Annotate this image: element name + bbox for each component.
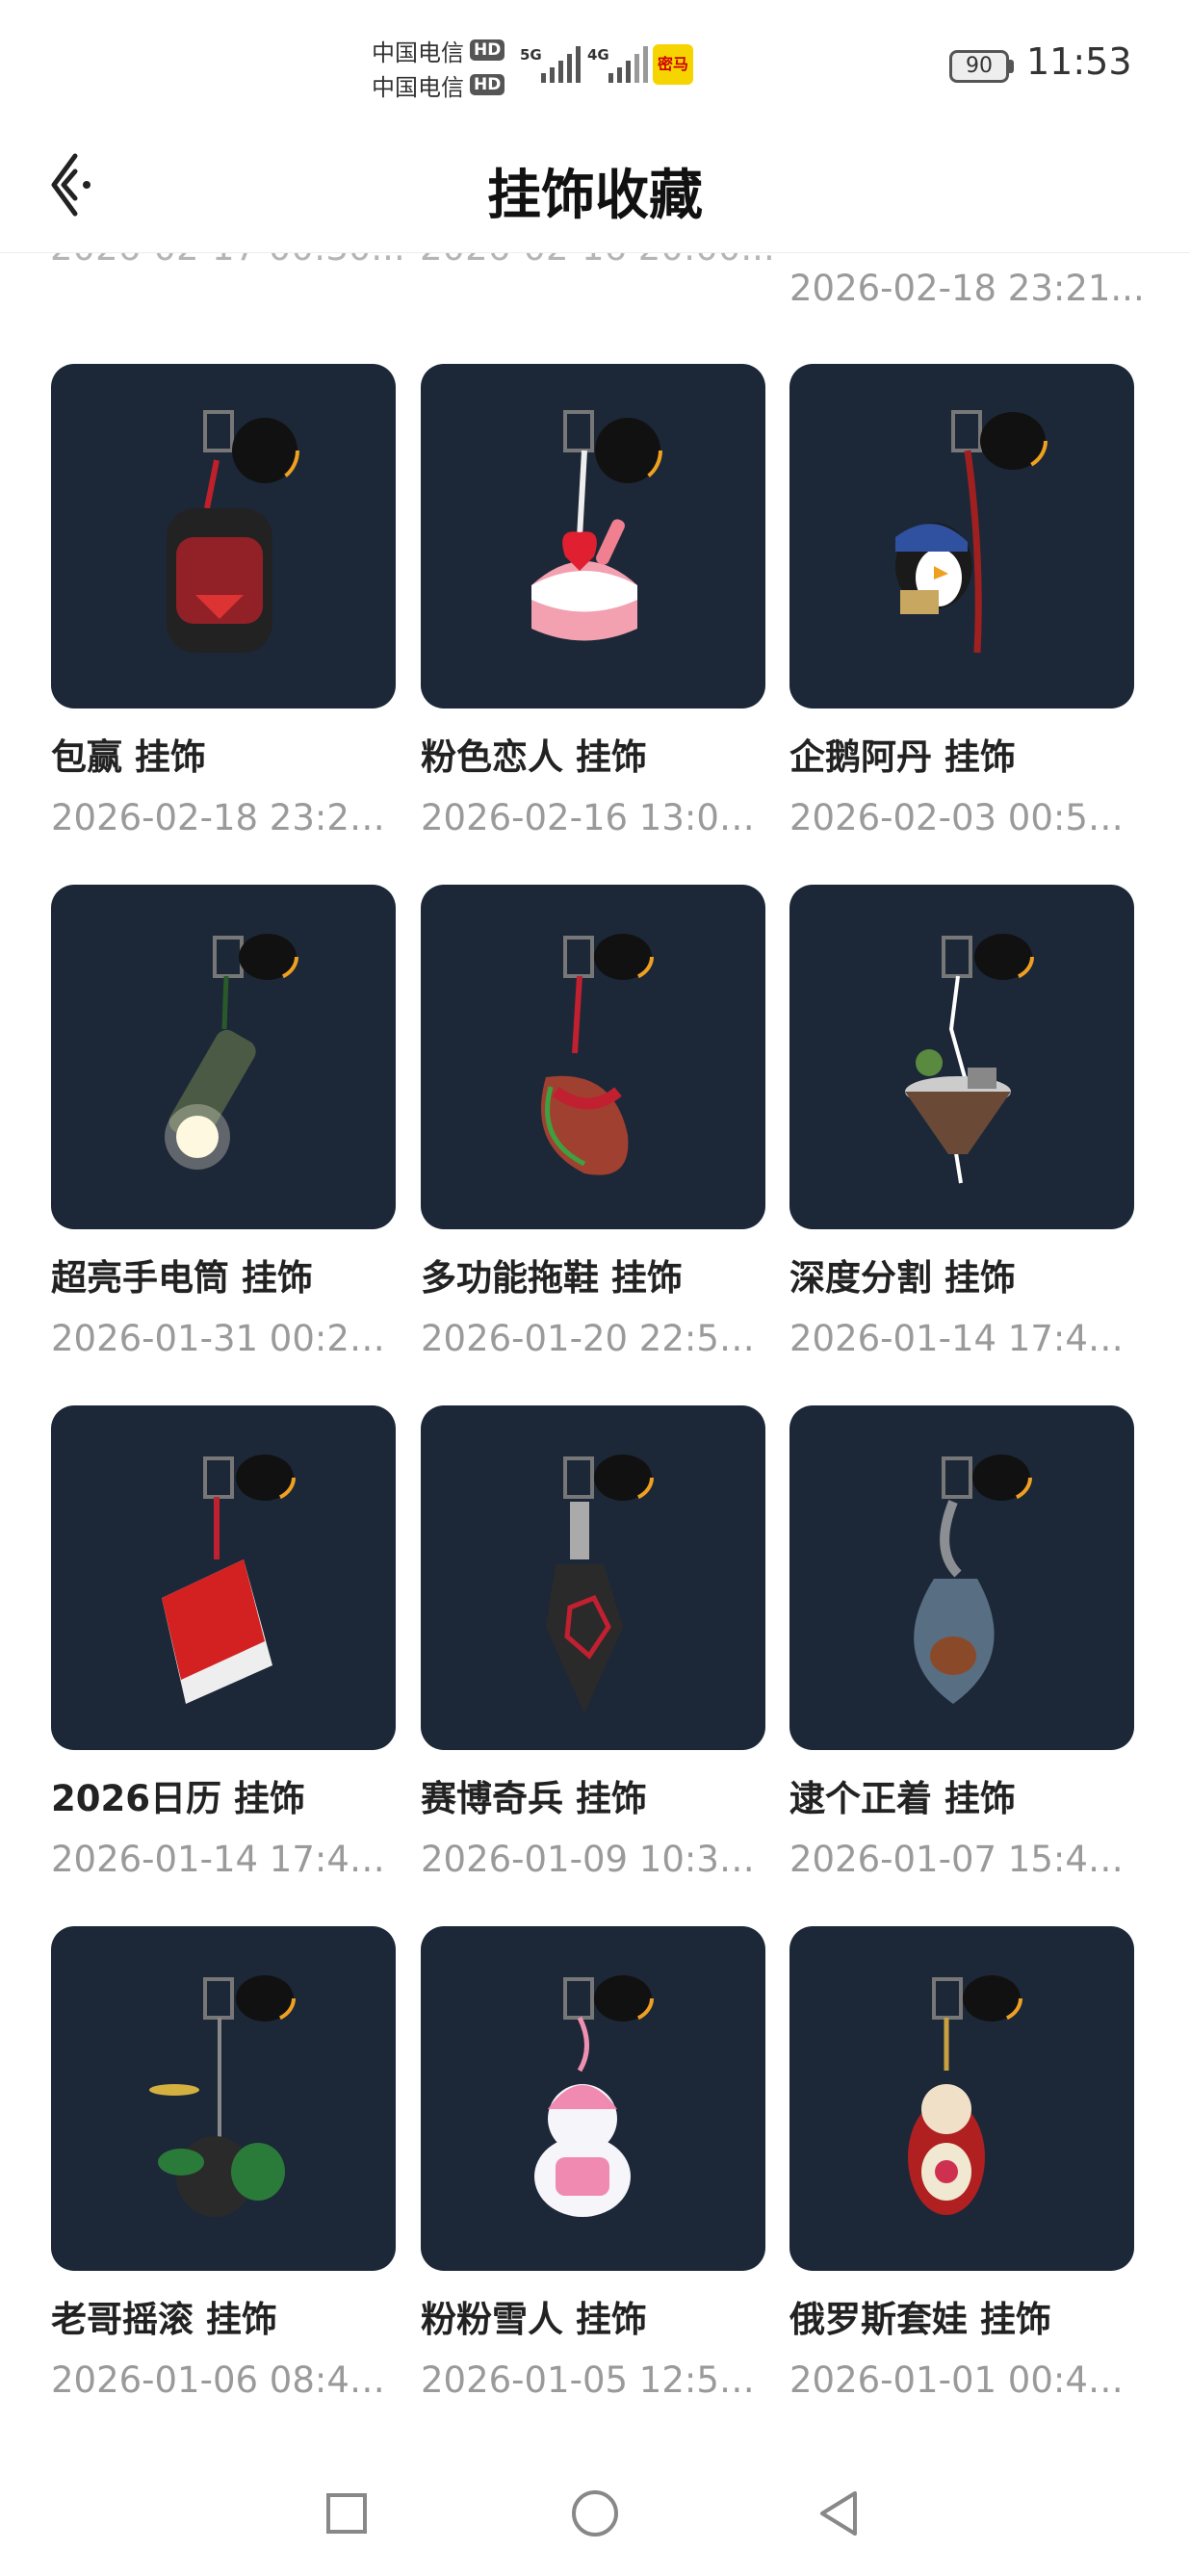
cyber-soldier-charm-icon (546, 1453, 654, 1713)
system-nav-bar (0, 2447, 1190, 2576)
battery-icon: 90 (949, 50, 1009, 83)
charm-thumbnail (789, 1405, 1134, 1750)
charm-name: 赛博奇兵 挂饰 (421, 1778, 647, 1819)
charm-name: 深度分割 挂饰 (789, 1257, 1016, 1299)
charm-name: 包赢 挂饰 (51, 736, 206, 778)
charm-date: 2026-01-06 08:45... (51, 2359, 396, 2401)
matryoshka-charm-icon (908, 1973, 1022, 2215)
charm-thumbnail (789, 1926, 1134, 2271)
charm-thumbnail (421, 1926, 765, 2271)
charm-card[interactable]: 超亮手电筒 挂饰 2026-01-31 00:21... (51, 885, 396, 1359)
charm-thumbnail (51, 1926, 396, 2271)
charm-date: 2026-02-03 00:52... (789, 797, 1134, 838)
penguin-charm-icon (895, 410, 1048, 654)
carrier-1-label: 中国电信 (372, 39, 464, 66)
charm-name: 老哥摇滚 挂饰 (51, 2299, 277, 2340)
bottle-charm-icon (914, 1453, 1032, 1704)
charm-date: 2026-02-18 23:21... (51, 797, 396, 838)
charm-card[interactable]: 逮个正着 挂饰 2026-01-07 15:43... (789, 1405, 1134, 1880)
charm-thumbnail (51, 1405, 396, 1750)
backpack-charm-icon (167, 410, 299, 653)
clock: 11:53 (1026, 40, 1132, 83)
app-header: 挂饰收藏 (0, 125, 1190, 253)
carrier-2-label: 中国电信 (372, 73, 464, 101)
charm-name: 粉粉雪人 挂饰 (421, 2299, 647, 2340)
charm-name: 多功能拖鞋 挂饰 (421, 1257, 683, 1299)
charm-thumbnail (421, 364, 765, 708)
hd-badge: HD (470, 74, 505, 95)
charm-name: 俄罗斯套娃 挂饰 (789, 2299, 1051, 2340)
charm-date: 2026-01-05 12:58... (421, 2359, 765, 2401)
charm-date: 2026-01-07 15:43... (789, 1839, 1134, 1880)
circle-icon (572, 2490, 618, 2537)
charm-thumbnail (421, 885, 765, 1229)
charm-thumbnail (789, 885, 1134, 1229)
drum-kit-charm-icon (149, 1973, 296, 2217)
partial-item-date: 2026-02-18 23:21... (789, 268, 1145, 309)
slipper-charm-icon (541, 932, 654, 1175)
charm-date: 2026-01-31 00:21... (51, 1318, 396, 1359)
partial-date-cut: 2026-02-16 20:00... (420, 252, 775, 269)
charm-date: 2026-01-14 17:47... (51, 1839, 396, 1880)
charm-date: 2026-01-01 00:45... (789, 2359, 1134, 2401)
app-notification-icon: 密马 (653, 44, 693, 85)
charm-card[interactable]: 企鹅阿丹 挂饰 2026-02-03 00:52... (789, 364, 1134, 838)
charm-name: 2026日历 挂饰 (51, 1778, 305, 1819)
charm-card[interactable]: 赛博奇兵 挂饰 2026-01-09 10:35... (421, 1405, 765, 1880)
nav-back-button[interactable] (807, 2480, 874, 2547)
partial-date-cut: 2026-02-17 00:30... (50, 252, 405, 269)
hd-badge: HD (470, 39, 505, 61)
recent-apps-button[interactable] (313, 2480, 380, 2547)
flashlight-charm-icon (165, 932, 298, 1170)
heart-cake-charm-icon (531, 410, 662, 641)
carrier-info: 中国电信 HD 中国电信 HD (372, 33, 506, 102)
triangle-back-icon (820, 2491, 857, 2536)
charm-name: 逮个正着 挂饰 (789, 1778, 1016, 1819)
status-bar: 中国电信 HD 中国电信 HD 5G 4G 密马 90 11:53 (0, 0, 1190, 125)
calendar-charm-icon (162, 1453, 296, 1704)
charm-name: 粉色恋人 挂饰 (421, 736, 647, 778)
charm-thumbnail (51, 364, 396, 708)
charm-date: 2026-02-16 13:07... (421, 797, 765, 838)
collection-grid: 2026-02-17 00:30... 2026-02-16 20:00... … (0, 252, 1190, 2447)
signal-bars-icon (608, 46, 648, 83)
charm-card[interactable]: 老哥摇滚 挂饰 2026-01-06 08:45... (51, 1926, 396, 2401)
charm-card[interactable]: 2026日历 挂饰 2026-01-14 17:47... (51, 1405, 396, 1880)
charm-thumbnail (421, 1405, 765, 1750)
charm-date: 2026-01-09 10:35... (421, 1839, 765, 1880)
snowman-charm-icon (534, 1973, 654, 2217)
charm-thumbnail (51, 885, 396, 1229)
charm-name: 企鹅阿丹 挂饰 (789, 736, 1016, 778)
square-icon (326, 2493, 367, 2534)
signal-bars-icon (541, 46, 581, 83)
charm-date: 2026-01-20 22:52... (421, 1318, 765, 1359)
charm-card[interactable]: 俄罗斯套娃 挂饰 2026-01-01 00:45... (789, 1926, 1134, 2401)
battery-cap (1009, 60, 1014, 73)
charm-name: 超亮手电筒 挂饰 (51, 1257, 313, 1299)
home-button[interactable] (561, 2480, 629, 2547)
charm-card[interactable]: 多功能拖鞋 挂饰 2026-01-20 22:52... (421, 885, 765, 1359)
floating-island-charm-icon (905, 932, 1034, 1184)
charm-card[interactable]: 粉粉雪人 挂饰 2026-01-05 12:58... (421, 1926, 765, 2401)
charm-thumbnail (789, 364, 1134, 708)
charm-card[interactable]: 粉色恋人 挂饰 2026-02-16 13:07... (421, 364, 765, 838)
page-title: 挂饰收藏 (487, 165, 703, 227)
charm-card[interactable]: 包赢 挂饰 2026-02-18 23:21... (51, 364, 396, 838)
charm-date: 2026-01-14 17:47... (789, 1318, 1134, 1359)
charm-card[interactable]: 深度分割 挂饰 2026-01-14 17:47... (789, 885, 1134, 1359)
